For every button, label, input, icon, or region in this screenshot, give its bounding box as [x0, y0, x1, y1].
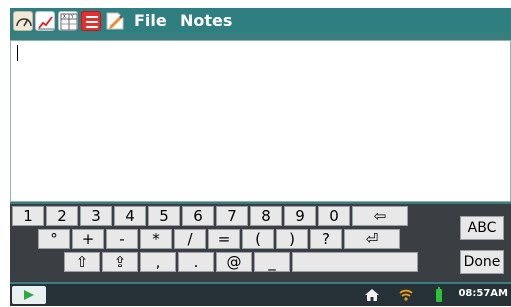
key-slash[interactable]: / [174, 229, 206, 249]
key-1[interactable]: 1 [12, 206, 44, 226]
key-equals[interactable]: = [208, 229, 240, 249]
svg-text:Y: Y [70, 14, 74, 19]
onscreen-keyboard: 1 2 3 4 5 6 7 8 9 0 ⇦ ° + - * / = ( ) ? … [10, 204, 511, 282]
status-bar: 08:57AM [10, 284, 511, 306]
enter-key[interactable]: ⏎ [344, 229, 400, 249]
clock: 08:57AM [458, 288, 508, 299]
key-0[interactable]: 0 [318, 206, 350, 226]
shift-key[interactable]: ⇧ [64, 252, 100, 272]
graph-icon[interactable] [35, 11, 55, 31]
key-2[interactable]: 2 [46, 206, 78, 226]
key-4[interactable]: 4 [114, 206, 146, 226]
abc-button[interactable]: ABC [460, 216, 504, 240]
play-button[interactable] [12, 286, 46, 304]
play-icon [24, 290, 34, 300]
key-question[interactable]: ? [310, 229, 342, 249]
text-cursor [17, 45, 18, 61]
home-icon[interactable] [364, 287, 380, 303]
table-icon[interactable]: X Y [58, 11, 78, 31]
key-5[interactable]: 5 [148, 206, 180, 226]
key-period[interactable]: . [178, 252, 214, 272]
key-left-paren[interactable]: ( [242, 229, 274, 249]
key-3[interactable]: 3 [80, 206, 112, 226]
key-6[interactable]: 6 [182, 206, 214, 226]
key-comma[interactable]: , [140, 252, 176, 272]
notes-pencil-icon[interactable] [104, 11, 124, 31]
space-key[interactable] [292, 252, 418, 272]
key-right-paren[interactable]: ) [276, 229, 308, 249]
svg-text:X: X [63, 14, 66, 19]
caps-lock-key[interactable]: ⇪ [102, 252, 138, 272]
notes-title: Notes [180, 11, 233, 30]
backspace-key[interactable]: ⇦ [352, 206, 408, 226]
key-plus[interactable]: + [72, 229, 104, 249]
app-screen: X Y File Notes 1 2 3 4 5 6 7 8 9 0 ⇦ ° +… [10, 8, 511, 306]
app-toolbar: X Y File Notes [10, 8, 511, 34]
key-8[interactable]: 8 [250, 206, 282, 226]
notes-text-area[interactable] [10, 40, 511, 202]
key-minus[interactable]: - [106, 229, 138, 249]
key-degree[interactable]: ° [38, 229, 70, 249]
key-7[interactable]: 7 [216, 206, 248, 226]
key-at[interactable]: @ [216, 252, 252, 272]
wifi-icon [398, 287, 414, 303]
meter-icon[interactable] [13, 11, 33, 31]
battery-icon [434, 287, 450, 303]
done-button[interactable]: Done [460, 250, 504, 274]
key-9[interactable]: 9 [284, 206, 316, 226]
file-menu[interactable]: File [134, 11, 167, 31]
list-icon[interactable] [81, 11, 101, 31]
key-asterisk[interactable]: * [140, 229, 172, 249]
key-underscore[interactable]: _ [254, 252, 290, 272]
